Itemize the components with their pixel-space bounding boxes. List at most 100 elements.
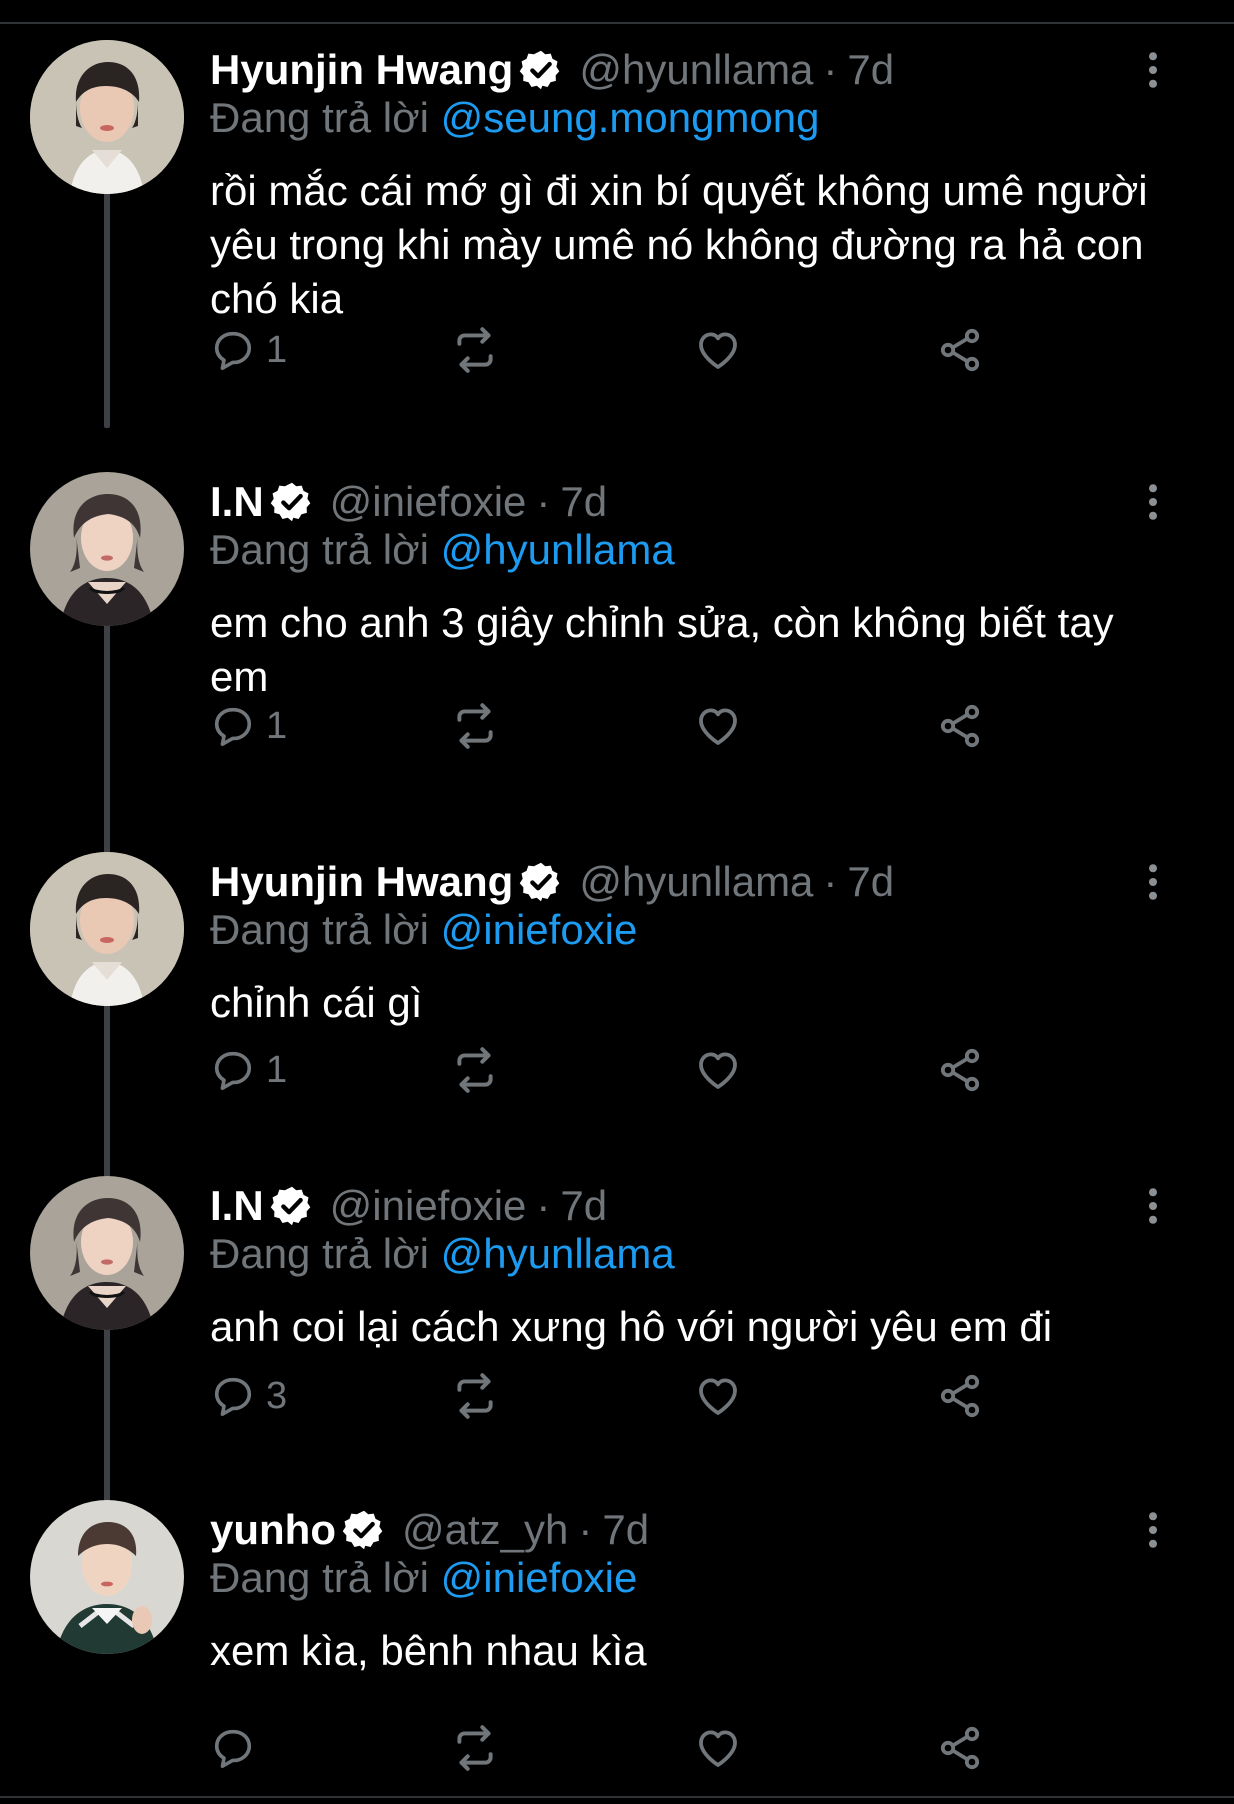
- more-vertical-icon[interactable]: [1138, 862, 1168, 902]
- timestamp[interactable]: 7d: [602, 1506, 649, 1554]
- reply-count: 1: [266, 1048, 288, 1091]
- tweet-actions: 1: [210, 1042, 1010, 1098]
- user-handle[interactable]: @hyunllama: [579, 46, 813, 94]
- like-button[interactable]: [694, 1042, 742, 1098]
- tweet-actions: [210, 1720, 1010, 1776]
- tweet-header: I.N @iniefoxie · 7d: [210, 472, 607, 532]
- tweet-text: xem kìa, bênh nhau kìa: [210, 1627, 647, 1674]
- share-icon: [936, 326, 984, 374]
- reply-button[interactable]: 1: [210, 698, 287, 754]
- tweet-text: rồi mắc cái mớ gì đi xin bí quyết không …: [210, 167, 1148, 322]
- heart-icon: [694, 1046, 742, 1094]
- heart-icon: [694, 1372, 742, 1420]
- tweet-header: I.N @iniefoxie · 7d: [210, 1176, 607, 1236]
- reply-button[interactable]: 1: [210, 1042, 287, 1098]
- mention-link[interactable]: @seung.mongmong: [441, 94, 820, 141]
- avatar[interactable]: [30, 40, 184, 194]
- retweet-icon: [450, 325, 500, 375]
- reply-count: 1: [266, 704, 288, 747]
- user-handle[interactable]: @iniefoxie: [330, 1182, 527, 1230]
- retweet-button[interactable]: [450, 698, 500, 754]
- heart-icon: [694, 326, 742, 374]
- heart-icon: [694, 1724, 742, 1772]
- mention-link[interactable]: @hyunllama: [441, 1230, 675, 1277]
- heart-icon: [694, 702, 742, 750]
- replying-to: Đang trả lời @iniefoxie: [210, 1554, 637, 1602]
- share-button[interactable]: [936, 1042, 984, 1098]
- more-vertical-icon[interactable]: [1138, 482, 1168, 522]
- replying-to: Đang trả lời @iniefoxie: [210, 906, 637, 954]
- mention-link[interactable]: @hyunllama: [441, 526, 675, 573]
- like-button[interactable]: [694, 1368, 742, 1424]
- display-name[interactable]: Hyunjin Hwang: [210, 46, 513, 94]
- retweet-button[interactable]: [450, 1042, 500, 1098]
- share-button[interactable]: [936, 698, 984, 754]
- more-vertical-icon[interactable]: [1138, 1186, 1168, 1226]
- avatar[interactable]: [30, 852, 184, 1006]
- thread-line: [104, 606, 110, 854]
- verified-badge-icon: [270, 480, 314, 524]
- user-handle[interactable]: @hyunllama: [579, 858, 813, 906]
- replying-to-label: Đang trả lời: [210, 94, 429, 141]
- like-button[interactable]: [694, 322, 742, 378]
- share-button[interactable]: [936, 322, 984, 378]
- avatar[interactable]: [30, 1176, 184, 1330]
- reply-bubble-icon: [210, 1047, 256, 1093]
- timestamp[interactable]: 7d: [847, 46, 894, 94]
- bottom-divider: [0, 1796, 1234, 1798]
- retweet-button[interactable]: [450, 1368, 500, 1424]
- retweet-icon: [450, 1045, 500, 1095]
- reply-bubble-icon: [210, 1725, 256, 1771]
- more-vertical-icon[interactable]: [1138, 50, 1168, 90]
- replying-to-label: Đang trả lời: [210, 526, 429, 573]
- separator: ·: [823, 858, 838, 905]
- tweet-text: em cho anh 3 giây chỉnh sửa, còn không b…: [210, 599, 1114, 700]
- reply-button[interactable]: 3: [210, 1368, 287, 1424]
- timestamp[interactable]: 7d: [847, 858, 894, 906]
- timestamp[interactable]: 7d: [560, 478, 607, 526]
- timestamp[interactable]: 7d: [560, 1182, 607, 1230]
- reply-count: 1: [266, 328, 288, 371]
- replying-to: Đang trả lời @seung.mongmong: [210, 94, 820, 142]
- replying-to-label: Đang trả lời: [210, 1554, 429, 1601]
- mention-link[interactable]: @iniefoxie: [441, 1554, 638, 1601]
- retweet-icon: [450, 1371, 500, 1421]
- avatar[interactable]: [30, 472, 184, 626]
- tweet-header: Hyunjin Hwang @hyunllama · 7d: [210, 852, 894, 912]
- tweet-header: Hyunjin Hwang @hyunllama · 7d: [210, 40, 894, 100]
- replying-to-label: Đang trả lời: [210, 906, 429, 953]
- thread-line: [104, 1310, 110, 1510]
- display-name[interactable]: I.N: [210, 1182, 264, 1230]
- tweet-text: anh coi lại cách xưng hô với người yêu e…: [210, 1303, 1053, 1350]
- replying-to: Đang trả lời @hyunllama: [210, 526, 675, 574]
- display-name[interactable]: Hyunjin Hwang: [210, 858, 513, 906]
- user-handle[interactable]: @iniefoxie: [330, 478, 527, 526]
- verified-badge-icon: [519, 48, 563, 92]
- separator: ·: [536, 478, 551, 525]
- more-vertical-icon[interactable]: [1138, 1510, 1168, 1550]
- display-name[interactable]: I.N: [210, 478, 264, 526]
- tweet-actions: 1: [210, 698, 1010, 754]
- reply-button[interactable]: 1: [210, 322, 287, 378]
- reply-bubble-icon: [210, 1373, 256, 1419]
- verified-badge-icon: [270, 1184, 314, 1228]
- verified-badge-icon: [519, 860, 563, 904]
- avatar[interactable]: [30, 1500, 184, 1654]
- share-button[interactable]: [936, 1720, 984, 1776]
- separator: ·: [823, 46, 838, 93]
- retweet-button[interactable]: [450, 322, 500, 378]
- retweet-button[interactable]: [450, 1720, 500, 1776]
- user-handle[interactable]: @atz_yh: [402, 1506, 568, 1554]
- like-button[interactable]: [694, 1720, 742, 1776]
- thread-line: [104, 174, 110, 428]
- like-button[interactable]: [694, 698, 742, 754]
- reply-button[interactable]: [210, 1720, 266, 1776]
- reply-count: 3: [266, 1374, 288, 1417]
- share-button[interactable]: [936, 1368, 984, 1424]
- share-icon: [936, 702, 984, 750]
- top-divider: [0, 22, 1234, 24]
- mention-link[interactable]: @iniefoxie: [441, 906, 638, 953]
- display-name[interactable]: yunho: [210, 1506, 336, 1554]
- share-icon: [936, 1372, 984, 1420]
- replying-to: Đang trả lời @hyunllama: [210, 1230, 675, 1278]
